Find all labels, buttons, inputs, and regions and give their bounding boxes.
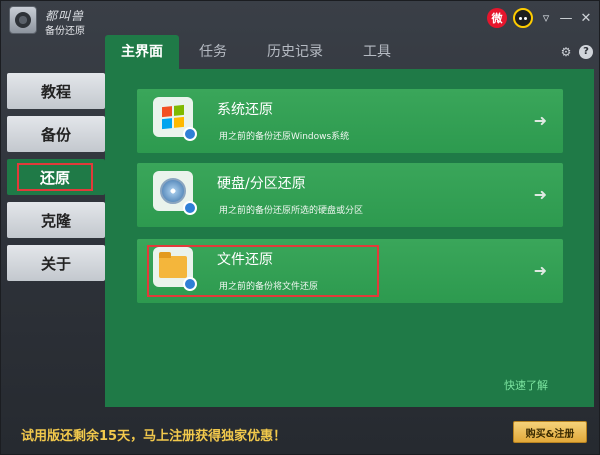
main-tabs: 主界面 任务 历史记录 工具: [105, 35, 411, 69]
sidebar-item-label: 备份: [41, 125, 72, 144]
close-icon[interactable]: ✕: [579, 8, 593, 28]
disk-restore-card[interactable]: 硬盘/分区还原 用之前的备份还原所选的硬盘或分区 ➜: [137, 163, 563, 227]
restore-badge-icon: [183, 277, 197, 291]
sidebar-item-restore[interactable]: 还原: [7, 159, 105, 195]
app-window: 都叫兽 备份还原 微 ▿ — ✕ 主界面 任务 历史记录 工具 ⚙ ? 教程 备…: [0, 0, 600, 455]
tab-history[interactable]: 历史记录: [247, 35, 343, 69]
file-restore-card[interactable]: 文件还原 用之前的备份将文件还原 ➜: [137, 239, 563, 303]
card-description: 用之前的备份还原Windows系统: [219, 132, 350, 142]
card-title: 系统还原: [217, 102, 273, 118]
title-bar: 都叫兽 备份还原 微 ▿ — ✕ 主界面 任务 历史记录 工具 ⚙ ?: [1, 1, 600, 71]
sidebar-item-about[interactable]: 关于: [7, 245, 105, 281]
top-right-icons: 微 ▿ — ✕: [487, 7, 593, 29]
tab-tools[interactable]: 工具: [343, 35, 411, 69]
sidebar-item-label: 教程: [41, 82, 72, 101]
card-title: 硬盘/分区还原: [217, 176, 306, 192]
main-panel: 系统还原 用之前的备份还原Windows系统 ➜ 硬盘/分区还原 用之前的备份还…: [105, 69, 594, 407]
qq-icon[interactable]: [513, 8, 533, 28]
gear-icon[interactable]: ⚙: [559, 45, 573, 59]
weibo-icon[interactable]: 微: [487, 8, 507, 28]
minimize-icon[interactable]: —: [559, 8, 573, 28]
app-logo-subtitle: 备份还原: [45, 26, 85, 37]
trial-promo-text: 试用版还剩余15天，马上注册获得独家优惠！: [21, 429, 287, 444]
disk-icon: [153, 171, 197, 215]
system-restore-card[interactable]: 系统还原 用之前的备份还原Windows系统 ➜: [137, 89, 563, 153]
arrow-right-icon: ➜: [533, 111, 547, 130]
buy-register-button[interactable]: 购买&注册: [513, 421, 587, 443]
card-description: 用之前的备份还原所选的硬盘或分区: [219, 206, 364, 216]
restore-badge-icon: [183, 127, 197, 141]
tab-home[interactable]: 主界面: [105, 35, 179, 69]
quick-start-link[interactable]: 快速了解: [504, 377, 548, 393]
arrow-right-icon: ➜: [533, 261, 547, 280]
sidebar-item-label: 克隆: [41, 211, 72, 230]
logo-icon: [9, 6, 37, 34]
footer: 试用版还剩余15天，马上注册获得独家优惠！ 购买&注册: [7, 419, 595, 449]
card-description: 用之前的备份将文件还原: [219, 282, 319, 292]
arrow-right-icon: ➜: [533, 185, 547, 204]
folder-icon: [153, 247, 197, 291]
sidebar: 教程 备份 还原 克隆 关于: [7, 73, 105, 288]
sidebar-item-tutorial[interactable]: 教程: [7, 73, 105, 109]
sidebar-item-backup[interactable]: 备份: [7, 116, 105, 152]
sidebar-item-label: 关于: [41, 254, 72, 273]
menu-icon[interactable]: ▿: [539, 8, 553, 28]
restore-badge-icon: [183, 201, 197, 215]
sidebar-item-label: 还原: [39, 168, 70, 187]
sidebar-item-clone[interactable]: 克隆: [7, 202, 105, 238]
restore-highlight-box: 还原: [17, 163, 93, 191]
tab-tasks[interactable]: 任务: [179, 35, 247, 69]
help-icon[interactable]: ?: [579, 45, 593, 59]
card-title: 文件还原: [217, 252, 273, 268]
windows-icon: [153, 97, 197, 141]
